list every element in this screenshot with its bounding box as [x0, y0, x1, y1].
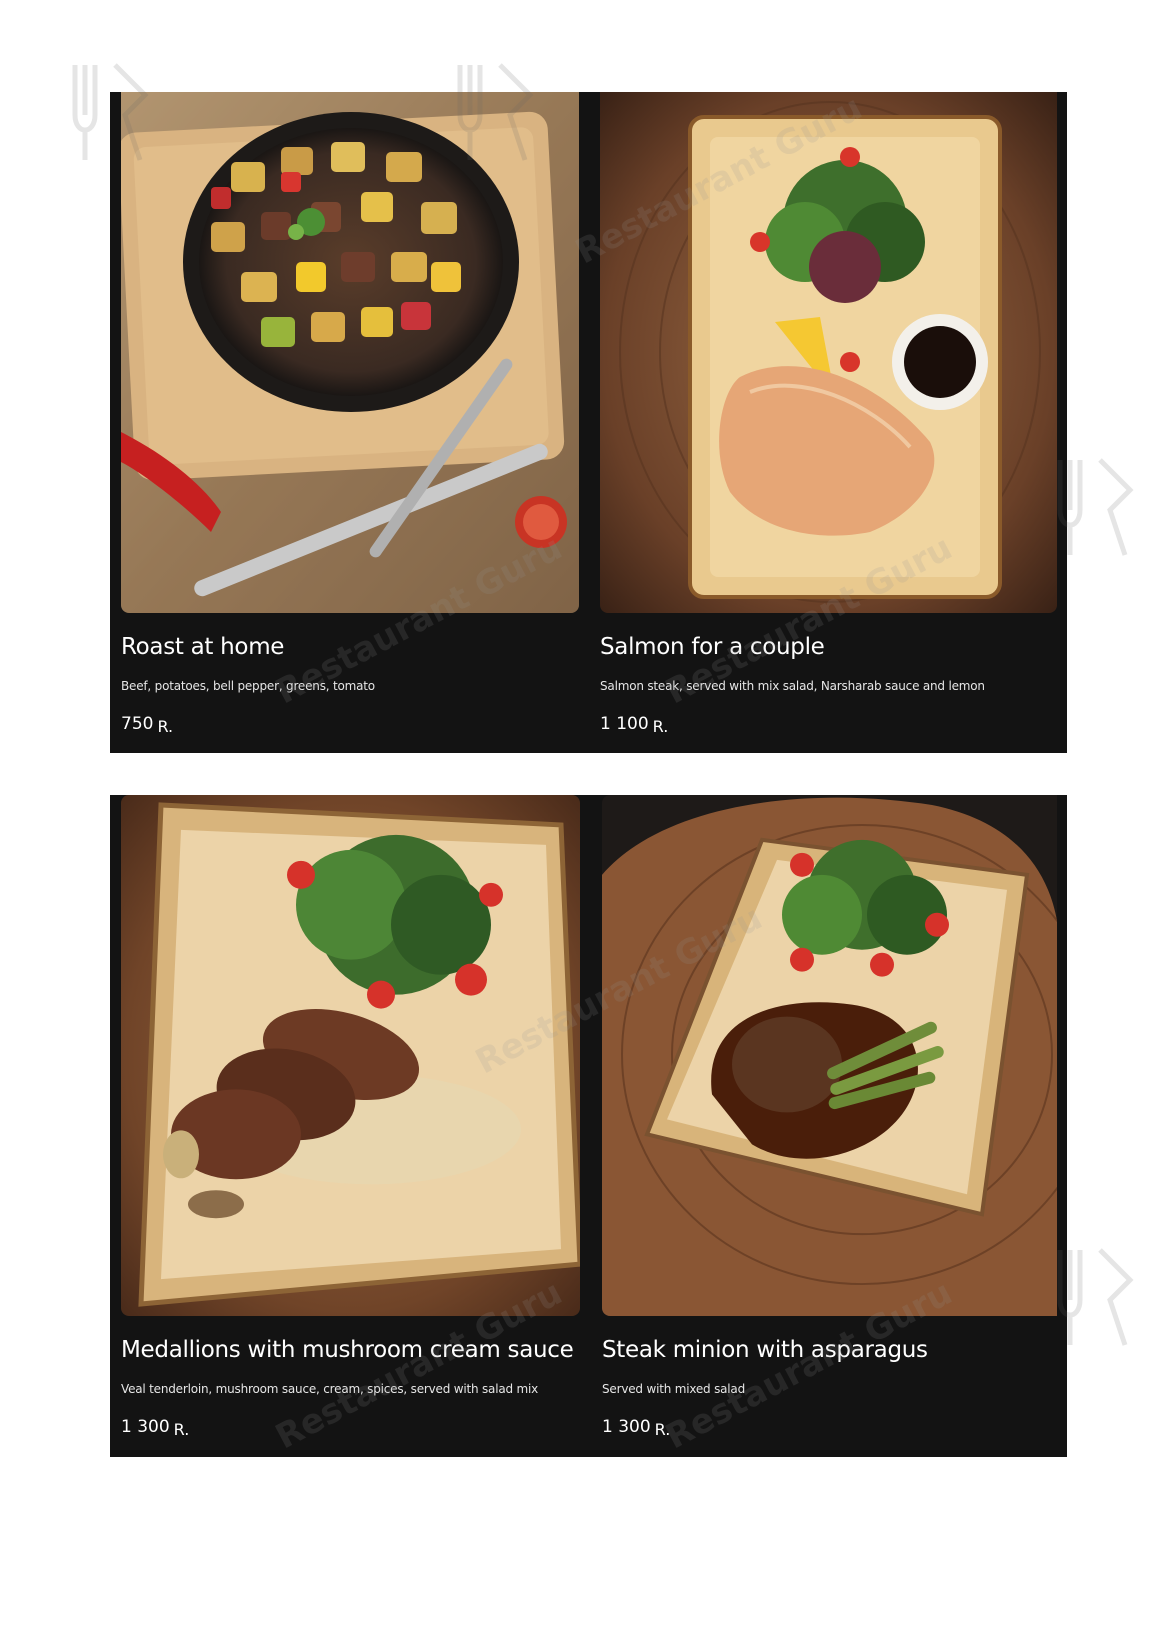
menu-item-price: 750 R.: [121, 714, 174, 736]
menu-item-title: Salmon for a couple: [600, 634, 825, 660]
menu-card-roast: Roast at home Beef, potatoes, bell peppe…: [110, 92, 580, 753]
salmon-plate-photo: [600, 92, 1057, 613]
menu-panel-top: Roast at home Beef, potatoes, bell peppe…: [110, 92, 1067, 753]
currency-label: R.: [157, 717, 174, 736]
menu-item-price: 1 300 R.: [602, 1417, 671, 1439]
menu-item-description: Salmon steak, served with mix salad, Nar…: [600, 679, 985, 693]
medallions-plate-photo: [121, 795, 580, 1316]
currency-label: R.: [654, 1420, 671, 1439]
menu-card-salmon: Salmon for a couple Salmon steak, served…: [600, 92, 1067, 753]
menu-card-steak: Steak minion with asparagus Served with …: [602, 795, 1067, 1457]
price-value: 1 100: [600, 714, 649, 734]
menu-item-price: 1 300 R.: [121, 1417, 190, 1439]
menu-item-title: Medallions with mushroom cream sauce: [121, 1337, 574, 1363]
menu-item-title: Steak minion with asparagus: [602, 1337, 928, 1363]
menu-item-title: Roast at home: [121, 634, 285, 660]
menu-panel-bottom: Medallions with mushroom cream sauce Vea…: [110, 795, 1067, 1457]
roast-skillet-photo: [121, 92, 579, 613]
menu-item-price: 1 100 R.: [600, 714, 669, 736]
currency-label: R.: [173, 1420, 190, 1439]
menu-item-description: Beef, potatoes, bell pepper, greens, tom…: [121, 679, 375, 693]
price-value: 750: [121, 714, 154, 734]
menu-item-description: Served with mixed salad: [602, 1382, 746, 1396]
price-value: 1 300: [121, 1417, 170, 1437]
steak-asparagus-plate-photo: [602, 795, 1057, 1316]
menu-item-description: Veal tenderloin, mushroom sauce, cream, …: [121, 1382, 539, 1396]
menu-card-medallions: Medallions with mushroom cream sauce Vea…: [110, 795, 580, 1457]
currency-label: R.: [652, 717, 669, 736]
price-value: 1 300: [602, 1417, 651, 1437]
